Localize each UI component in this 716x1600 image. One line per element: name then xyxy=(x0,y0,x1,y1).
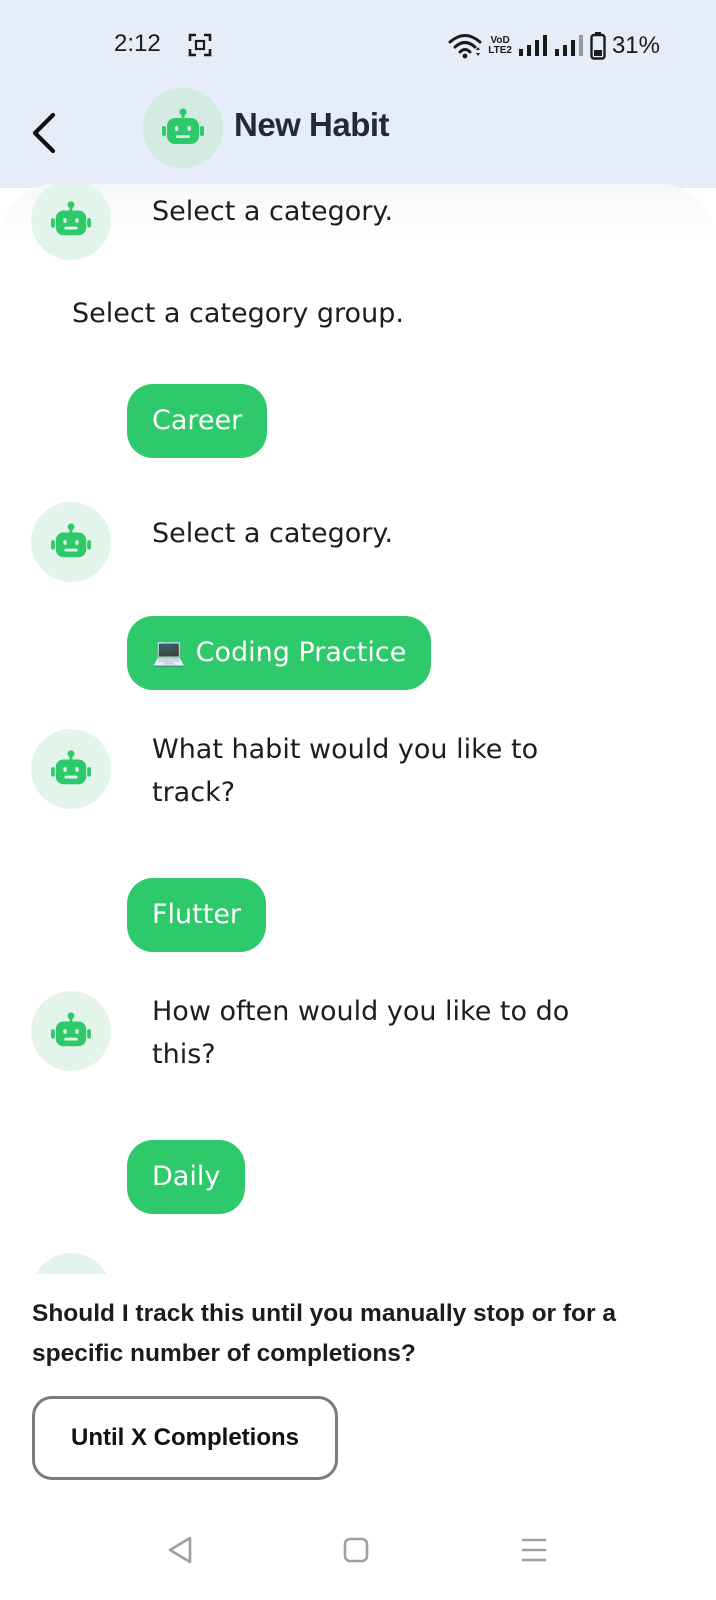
robot-icon xyxy=(51,1012,91,1047)
status-time: 2:12 xyxy=(114,30,161,57)
reply-chip-flutter: Flutter xyxy=(127,878,267,952)
status-right: VoD LTE2 31% xyxy=(448,30,660,62)
reply-chip-daily: Daily xyxy=(127,1140,246,1214)
chat-area[interactable]: Select a category. Select a category gro… xyxy=(0,184,716,1274)
nav-back-button[interactable] xyxy=(160,1530,200,1570)
volte-indicator: VoD LTE2 xyxy=(488,36,512,56)
nav-menu-button[interactable] xyxy=(514,1530,554,1570)
reply-chip-label: Daily xyxy=(152,1161,221,1192)
reply-chip-label: Career xyxy=(152,405,243,436)
nav-home-icon xyxy=(343,1537,369,1563)
back-arrow-icon xyxy=(32,112,56,154)
question-text: Should I track this until you manually s… xyxy=(32,1300,616,1367)
wifi-icon xyxy=(448,34,482,59)
volte-bottom: LTE2 xyxy=(488,45,512,56)
back-button[interactable] xyxy=(22,106,66,160)
bot-avatar xyxy=(31,502,111,582)
bot-message-plain: Select a category group. xyxy=(72,298,404,329)
robot-icon xyxy=(51,201,91,236)
signal-icon-1 xyxy=(518,35,547,56)
bot-avatar xyxy=(31,729,111,809)
nav-home-button[interactable] xyxy=(336,1530,376,1570)
battery-icon xyxy=(590,32,606,60)
bot-message: Select a category. xyxy=(152,196,394,227)
option-button-label: Until X Completions xyxy=(71,1424,299,1451)
robot-icon xyxy=(162,108,204,144)
status-bar: 2:12 VoD LTE2 31% xyxy=(0,0,716,92)
bot-avatar xyxy=(31,991,111,1071)
bot-avatar-partial xyxy=(31,1253,111,1274)
app-avatar xyxy=(143,88,223,168)
page-title: New Habit xyxy=(234,106,390,143)
bot-message: How often would you like to do this? xyxy=(152,996,570,1070)
bot-message: What habit would you like to track? xyxy=(152,734,539,808)
nav-back-icon xyxy=(168,1536,192,1564)
reply-chip-coding-practice: 💻 Coding Practice xyxy=(127,616,432,690)
reply-chip-label: Flutter xyxy=(152,899,242,930)
top-area: 2:12 VoD LTE2 31% New Habit xyxy=(0,0,716,188)
navigation-bar xyxy=(0,1500,716,1600)
bot-avatar xyxy=(31,184,111,260)
robot-icon xyxy=(51,750,91,785)
bot-message: Select a category. xyxy=(152,518,394,549)
battery-percent: 31% xyxy=(611,32,660,59)
reply-chip-career: Career xyxy=(127,384,268,458)
robot-icon xyxy=(51,523,91,558)
nav-menu-icon xyxy=(521,1538,547,1562)
until-x-completions-button[interactable]: Until X Completions xyxy=(32,1396,338,1480)
signal-icon-2 xyxy=(554,35,583,56)
screenshot-icon xyxy=(188,33,212,57)
reply-chip-label: Coding Practice xyxy=(195,637,407,668)
laptop-icon: 💻 xyxy=(152,637,186,668)
app-bar: New Habit xyxy=(0,88,716,188)
